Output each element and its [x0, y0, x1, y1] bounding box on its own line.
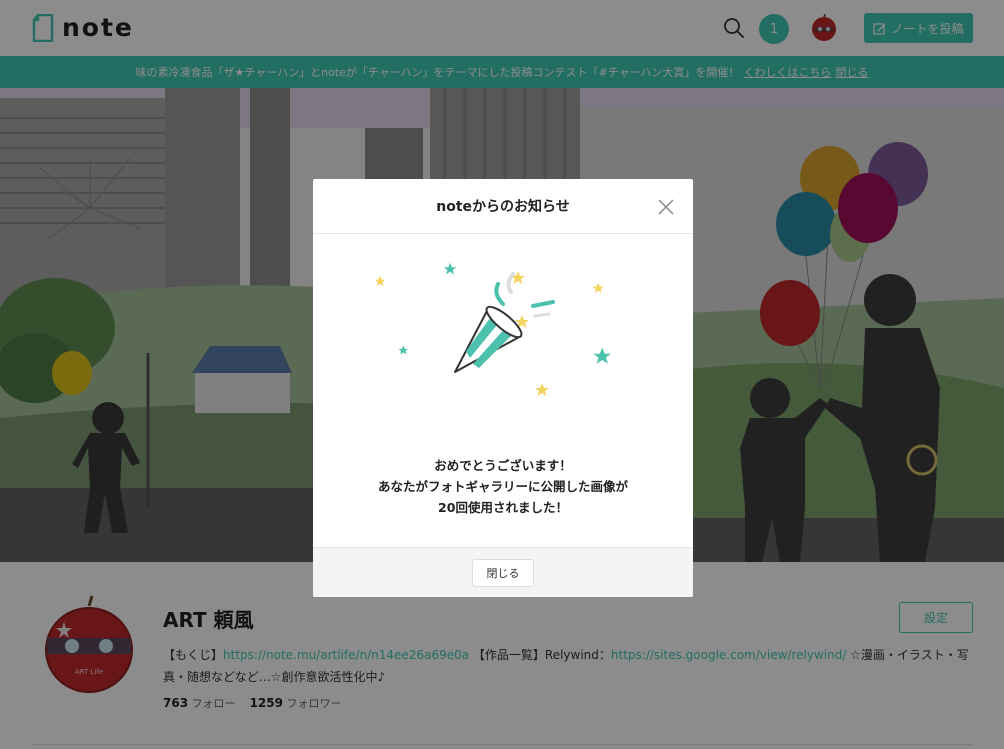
message-line-3: 20回使用されました！ [438, 500, 568, 515]
party-popper-illustration [374, 262, 611, 396]
close-icon[interactable] [655, 196, 677, 218]
message-line-1: おめでとうございます！ [434, 458, 572, 473]
modal-close-button[interactable]: 閉じる [472, 558, 534, 587]
modal-message: おめでとうございます！ あなたがフォトギャラリーに公開した画像が 20回使用され… [313, 455, 693, 518]
message-line-2: あなたがフォトギャラリーに公開した画像が [377, 479, 628, 494]
notification-modal: noteからのお知らせ おめでとうございます！ あなたがフォトギャラリーに公開し… [313, 179, 693, 597]
modal-title: noteからのお知らせ [436, 199, 570, 215]
modal-footer: 閉じる [313, 547, 693, 597]
modal-header: noteからのお知らせ [313, 179, 693, 234]
